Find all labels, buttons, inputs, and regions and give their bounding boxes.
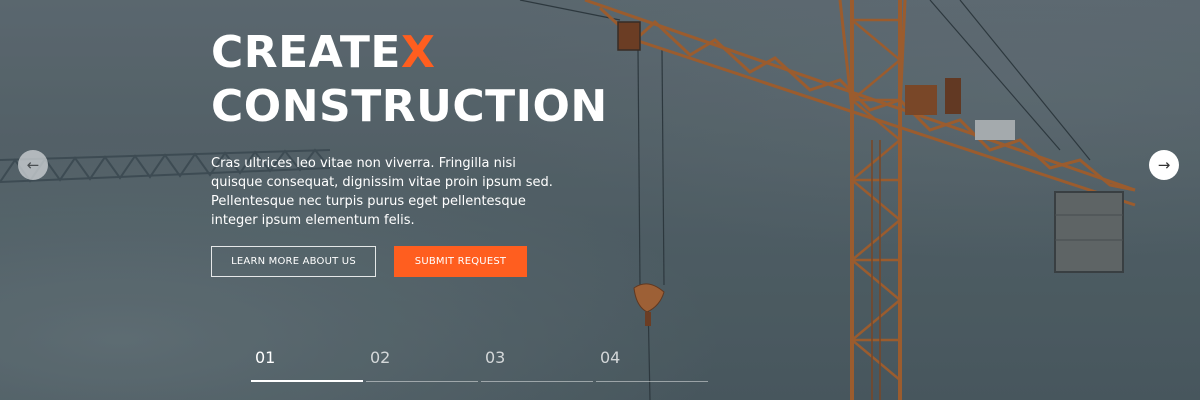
hero-title: CREATEX CONSTRUCTION: [211, 26, 631, 134]
hero-content: CREATEX CONSTRUCTION Cras ultrices leo v…: [211, 26, 631, 230]
title-accent-letter: X: [400, 27, 436, 78]
slide-progress-line: [366, 381, 478, 382]
title-line2: CONSTRUCTION: [211, 81, 608, 132]
slide-progress-line: [596, 381, 708, 382]
title-line1: CREATEX: [211, 27, 435, 78]
submit-request-button[interactable]: SUBMIT REQUEST: [394, 246, 527, 277]
slider-next-button[interactable]: →: [1149, 150, 1179, 180]
slide-tab-04[interactable]: 04: [596, 348, 708, 382]
arrow-left-icon: ←: [26, 156, 40, 174]
slide-progress-line: [251, 380, 363, 382]
slider-prev-button[interactable]: ←: [18, 150, 48, 180]
slide-progress-line: [481, 381, 593, 382]
slide-pagination: 01 02 03 04: [251, 348, 708, 382]
slide-tab-01[interactable]: 01: [251, 348, 363, 382]
slide-tab-02[interactable]: 02: [366, 348, 478, 382]
slide-number: 01: [255, 348, 276, 367]
learn-more-button[interactable]: LEARN MORE ABOUT US: [211, 246, 376, 277]
arrow-right-icon: →: [1157, 156, 1171, 174]
slide-tab-03[interactable]: 03: [481, 348, 593, 382]
hero-slider: CREATEX CONSTRUCTION Cras ultrices leo v…: [0, 0, 1200, 400]
title-main-word: CREATE: [211, 27, 401, 78]
slide-number: 03: [485, 348, 506, 367]
hero-description: Cras ultrices leo vitae non viverra. Fri…: [211, 156, 553, 228]
slide-number: 02: [370, 348, 391, 367]
slide-number: 04: [600, 348, 621, 367]
